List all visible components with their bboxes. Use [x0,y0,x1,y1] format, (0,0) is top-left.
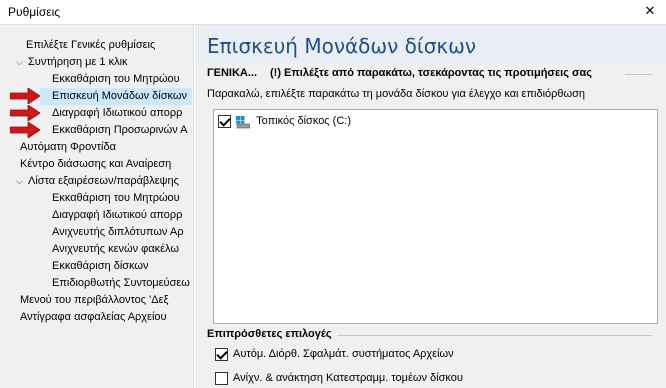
tree-item-label: Συντήρηση με 1 κλικ [28,56,128,68]
chevron-down-icon[interactable]: ⌵ [16,54,28,70]
tree-item-label: Επισκευή Μονάδων δίσκων [52,90,187,102]
chevron-down-icon[interactable]: ⌵ [16,173,28,189]
tree-item-label: Κέντρο διάσωσης και Αναίρεση [20,158,172,170]
red-arrow-icon [10,105,40,121]
tree-item-label: Εκκαθάριση Προσωρινών Α [52,124,188,136]
tree-item-label: Ανιχνευτής κενών φακέλω [52,243,179,255]
tree-item-label: Επιλέξτε Γενικές ρυθμίσεις [26,39,156,51]
tree-item-auto-care[interactable]: Αυτόματη Φροντίδα [20,139,192,156]
tree-item-exclusion-list[interactable]: ⌵ Λίστα εξαιρέσεων/παράβλεψης [16,173,192,190]
tree-item-registry-cleanup[interactable]: Εκκαθάριση του Μητρώου [40,71,192,88]
tree-item-label: Εκκαθάριση του Μητρώου [52,73,180,85]
tree-item-label: Διαγραφή Ιδιωτικού απορρ [52,209,183,221]
title-bar: Ρυθμίσεις ✕ [0,0,666,24]
tree-item-disk-repair[interactable]: Επισκευή Μονάδων δίσκων [40,88,192,105]
divider [625,74,652,75]
tree-item-privacy-delete[interactable]: Διαγραφή Ιδιωτικού απορρ [40,105,192,122]
tree-item-label: Διαγραφή Ιδιωτικού απορρ [52,107,183,119]
option-bad-sector-scan[interactable]: Ανίχν. & ανάκτηση Κατεστραμμ. τομέων δίσ… [215,371,463,387]
tree-item-label: Εκκαθάριση του Μητρώου [52,192,180,204]
drive-checkbox[interactable] [218,115,231,128]
tree-item-label: Επιδιορθωτής Συντομεύσεω [52,277,190,289]
red-arrow-icon [10,88,40,104]
tree-item-duplicate-finder[interactable]: Ανιχνευτής διπλότυπων Αρ [40,224,192,241]
general-hint: (!) Επιλέξτε από παρακάτω, τσεκάροντας τ… [270,67,593,79]
general-section-header: ΓΕΝΙΚΑ... (!) Επιλέξτε από παρακάτω, τσε… [207,67,652,81]
tree-item-excl-privacy[interactable]: Διαγραφή Ιδιωτικού απορρ [40,207,192,224]
tree-item-label: Αντίγραφα ασφαλείας Αρχείου [20,311,167,323]
drive-list[interactable]: Τοπικός δίσκος (C:) [213,109,658,324]
tree-item-label: Μενού του περιβάλλοντος 'Δεξ [20,294,169,306]
red-arrow-icon [10,122,40,138]
tree-item-label: Εκκαθάριση δίσκων [52,260,149,272]
settings-panel: Επισκευή Μονάδων δίσκων ΓΕΝΙΚΑ... (!) Επ… [195,25,666,388]
drive-label: Τοπικός δίσκος (C:) [256,115,351,127]
tree-item-disk-cleanup[interactable]: Εκκαθάριση δίσκων [40,258,192,275]
drive-icon [236,116,251,129]
settings-tree[interactable]: Επιλέξτε Γενικές ρυθμίσεις ⌵ Συντήρηση με… [0,25,194,388]
tree-item-temp-cleanup[interactable]: Εκκαθάριση Προσωρινών Α [40,122,192,139]
tree-item-file-backups[interactable]: Αντίγραφα ασφαλείας Αρχείου [20,309,192,326]
tree-item-1click-maintenance[interactable]: ⌵ Συντήρηση με 1 κλικ [16,54,192,71]
tree-item-empty-folder-finder[interactable]: Ανιχνευτής κενών φακέλω [40,241,192,258]
tree-item-excl-registry[interactable]: Εκκαθάριση του Μητρώου [40,190,192,207]
drive-instruction: Παρακαλώ, επιλέξτε παρακάτω τη μονάδα δί… [207,88,586,100]
tree-item-label: Λίστα εξαιρέσεων/παράβλεψης [28,175,179,187]
tree-item-general-settings[interactable]: Επιλέξτε Γενικές ρυθμίσεις [14,37,192,54]
tree-item-shortcut-fixer[interactable]: Επιδιορθωτής Συντομεύσεω [40,275,192,292]
close-icon[interactable]: ✕ [640,1,660,21]
bad-sector-checkbox[interactable] [215,372,228,385]
option-label: Ανίχν. & ανάκτηση Κατεστραμμ. τομέων δίσ… [233,372,463,384]
tree-item-label: Αυτόματη Φροντίδα [20,141,116,153]
option-auto-fix-fs[interactable]: Αυτόμ. Διόρθ. Σφαλμάτ. συστήματος Αρχείω… [215,347,454,363]
tree-item-rescue-center[interactable]: Κέντρο διάσωσης και Αναίρεση [20,156,192,173]
auto-fix-checkbox[interactable] [215,348,228,361]
panel-header: Επισκευή Μονάδων δίσκων [195,25,666,63]
settings-window: Επιλέξτε Γενικές ρυθμίσεις ⌵ Συντήρηση με… [0,24,666,388]
tree-item-label: Ανιχνευτής διπλότυπων Αρ [52,226,184,238]
divider [337,335,652,336]
page-title: Επισκευή Μονάδων δίσκων [207,34,477,58]
extra-options-title: Επιπρόσθετες επιλογές [207,328,332,340]
option-label: Αυτόμ. Διόρθ. Σφαλμάτ. συστήματος Αρχείω… [233,348,454,360]
drive-item-c[interactable]: Τοπικός δίσκος (C:) [218,114,351,130]
tree-item-context-menu[interactable]: Μενού του περιβάλλοντος 'Δεξ [20,292,192,309]
general-label: ΓΕΝΙΚΑ... [207,67,258,79]
window-title: Ρυθμίσεις [8,5,61,19]
